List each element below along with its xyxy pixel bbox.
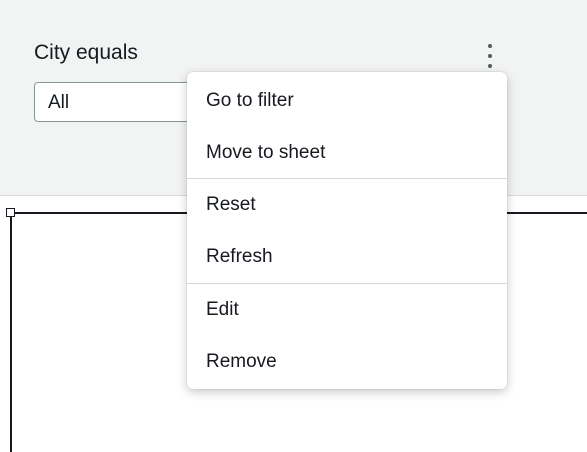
resize-handle[interactable] [6,208,15,217]
filter-options-menu: Go to filter Move to sheet Reset Refresh… [187,72,507,389]
kebab-dot [488,54,492,58]
menu-item-move-to-sheet[interactable]: Move to sheet [187,127,507,179]
menu-item-go-to-filter[interactable]: Go to filter [187,75,507,127]
kebab-dot [488,44,492,48]
menu-item-refresh[interactable]: Refresh [187,231,507,283]
menu-item-edit[interactable]: Edit [187,284,507,336]
filter-selected-value: All [48,92,70,113]
menu-item-remove[interactable]: Remove [187,336,507,388]
filter-title: City equals [34,41,138,64]
more-vertical-icon[interactable] [480,44,500,68]
kebab-dot [488,64,492,68]
menu-item-reset[interactable]: Reset [187,179,507,231]
